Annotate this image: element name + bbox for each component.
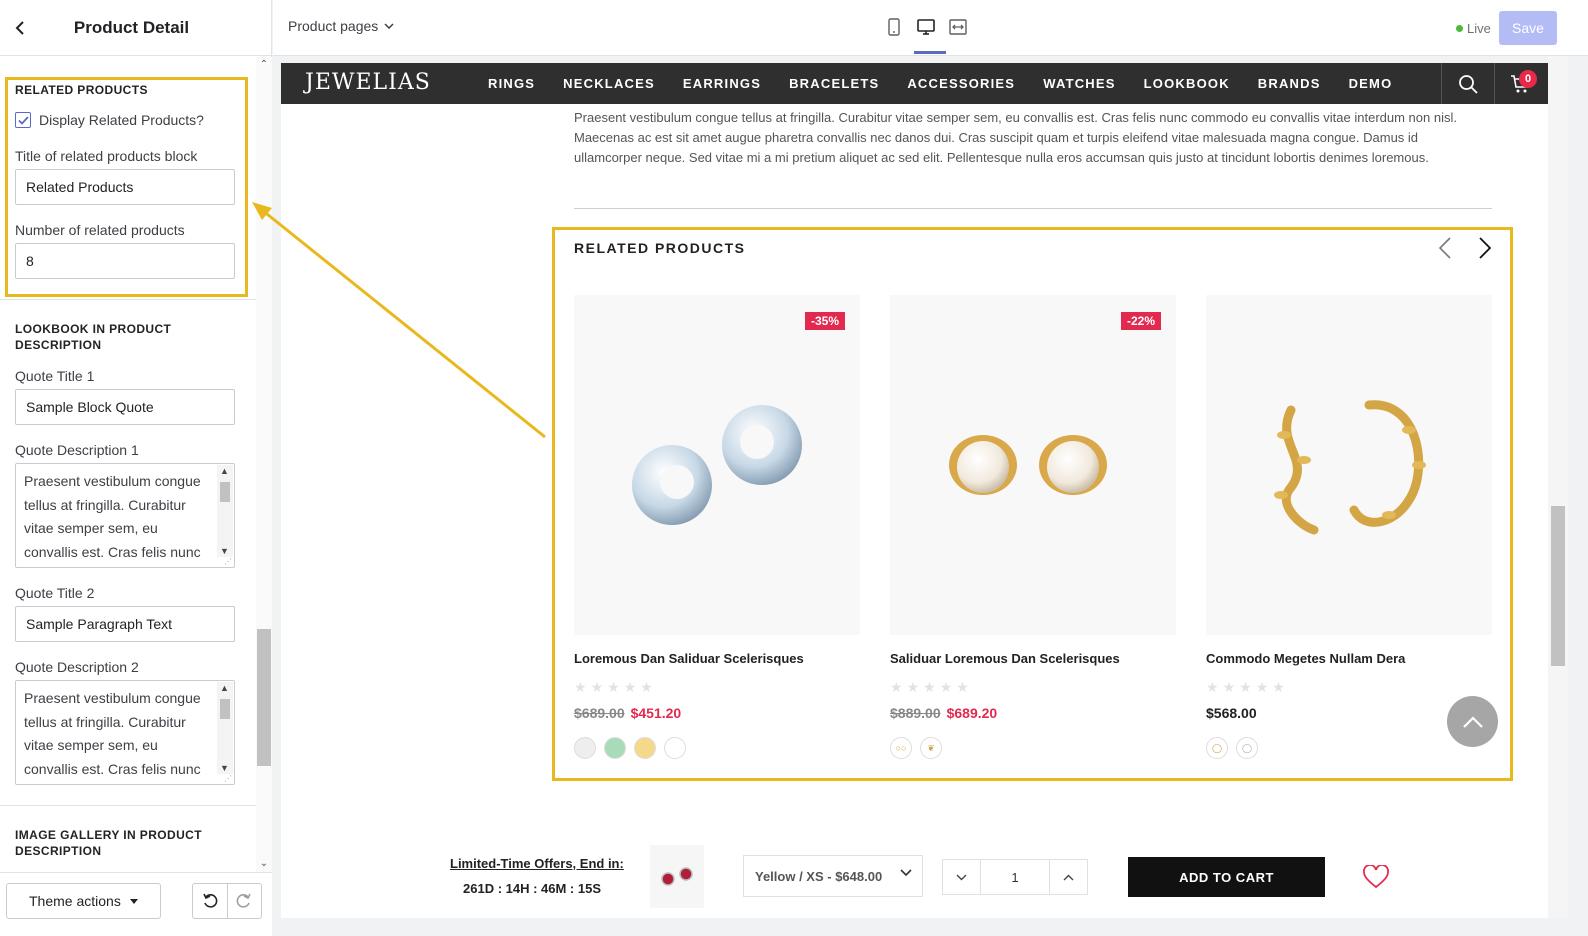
caret-down-icon — [130, 899, 138, 904]
search-icon[interactable] — [1441, 63, 1494, 104]
sidebar-scrollbar[interactable]: ⌃ ⌄ — [256, 57, 272, 872]
resize-grip-icon[interactable]: ⋰ — [224, 774, 232, 783]
quote-desc-1-label: Quote Description 1 — [15, 442, 139, 458]
cart-count-badge: 0 — [1519, 70, 1537, 88]
quantity-stepper: 1 — [942, 859, 1088, 895]
quote-title-2-label: Quote Title 2 — [15, 585, 95, 601]
scroll-up-icon[interactable]: ⌃ — [258, 59, 270, 71]
sidebar-footer: Theme actions — [0, 872, 272, 936]
chevron-down-icon — [384, 23, 394, 29]
textarea-scrollbar[interactable]: ▲ ▼ — [217, 465, 233, 557]
back-icon[interactable] — [6, 14, 34, 42]
nav-item-bracelets[interactable]: BRACELETS — [789, 76, 879, 91]
nav-item-necklaces[interactable]: NECKLACES — [563, 76, 655, 91]
variant-select[interactable]: Yellow / XS - $648.00 — [743, 855, 923, 897]
related-products-highlight — [552, 227, 1513, 781]
viewport-switcher — [885, 16, 967, 38]
nav-item-demo[interactable]: DEMO — [1349, 76, 1393, 91]
add-to-cart-button[interactable]: ADD TO CART — [1128, 857, 1325, 897]
preview-scroll-thumb[interactable] — [1551, 506, 1565, 666]
textarea-scrollbar[interactable]: ▲ ▼ — [217, 682, 233, 774]
product-description: Praesent vestibulum congue tellus at fri… — [574, 110, 1457, 165]
quantity-decrease-button[interactable] — [943, 860, 980, 894]
countdown-timer: 261D : 14H : 46M : 15S — [463, 881, 602, 896]
chevron-down-icon — [900, 869, 912, 877]
mobile-view-icon[interactable] — [885, 16, 903, 38]
theme-actions-label: Theme actions — [29, 893, 121, 909]
live-dot-icon — [1456, 25, 1463, 32]
save-button[interactable]: Save — [1499, 11, 1557, 45]
undo-icon — [203, 893, 218, 908]
sticky-add-to-cart-bar: Limited-Time Offers, End in: 261D : 14H … — [281, 833, 1548, 918]
sidebar-settings-panel: RELATED PRODUCTS Display Related Product… — [0, 57, 256, 872]
wishlist-heart-icon[interactable] — [1363, 864, 1389, 894]
section-divider — [0, 299, 256, 300]
lookbook-section-title: LOOKBOOK IN PRODUCT DESCRIPTION — [15, 322, 172, 352]
quantity-input[interactable]: 1 — [980, 860, 1050, 894]
nav-item-lookbook[interactable]: LOOKBOOK — [1144, 76, 1230, 91]
variant-label: Yellow / XS - $648.00 — [755, 868, 883, 884]
sidebar-header: Product Detail — [0, 0, 271, 56]
chevron-up-icon — [1063, 874, 1074, 880]
redo-button[interactable] — [226, 884, 262, 918]
store-main-menu: RINGS NECKLACES EARRINGS BRACELETS ACCES… — [488, 76, 1392, 91]
gallery-section-title: IMAGE GALLERY IN PRODUCT DESCRIPTION — [15, 828, 202, 858]
quote-title-1-input[interactable]: Sample Block Quote — [15, 389, 235, 425]
quote-desc-2-textarea[interactable]: Praesent vestibulum congue tellus at fri… — [15, 680, 235, 785]
store-logo[interactable]: JEWELIAS — [305, 70, 431, 95]
nav-item-brands[interactable]: BRANDS — [1258, 76, 1321, 91]
sidebar-title: Product Detail — [73, 17, 190, 37]
quote-title-1-label: Quote Title 1 — [15, 368, 95, 384]
section-divider — [0, 805, 256, 806]
quote-title-2-input[interactable]: Sample Paragraph Text — [15, 606, 235, 642]
theme-editor-sidebar: Product Detail RELATED PRODUCTS Display … — [0, 0, 272, 936]
undo-redo-group — [192, 883, 262, 919]
editor-topbar: Product pages Live Save — [273, 0, 1588, 56]
quote-desc-2-label: Quote Description 2 — [15, 659, 139, 675]
redo-icon — [236, 893, 251, 908]
scroll-down-icon[interactable]: ⌄ — [258, 858, 270, 870]
theme-actions-button[interactable]: Theme actions — [6, 883, 161, 919]
active-view-indicator — [914, 51, 946, 54]
scroll-thumb[interactable] — [257, 629, 271, 766]
nav-item-rings[interactable]: RINGS — [488, 76, 535, 91]
store-nav-bar: JEWELIAS RINGS NECKLACES EARRINGS BRACEL… — [281, 63, 1548, 104]
page-type-select[interactable]: Product pages — [288, 18, 394, 34]
undo-button[interactable] — [193, 884, 227, 918]
chevron-down-icon — [956, 874, 967, 880]
cart-icon[interactable]: 0 — [1494, 63, 1547, 104]
quantity-increase-button[interactable] — [1050, 860, 1087, 894]
product-thumbnail — [650, 845, 704, 908]
nav-item-earrings[interactable]: EARRINGS — [683, 76, 761, 91]
preview-scrollbar[interactable] — [1548, 56, 1568, 918]
fullscreen-view-icon[interactable] — [949, 16, 967, 38]
desktop-view-icon[interactable] — [917, 16, 935, 38]
storefront-preview: JEWELIAS RINGS NECKLACES EARRINGS BRACEL… — [281, 63, 1548, 918]
page-type-label: Product pages — [288, 18, 379, 34]
resize-grip-icon[interactable]: ⋰ — [224, 557, 232, 566]
nav-item-accessories[interactable]: ACCESSORIES — [907, 76, 1015, 91]
live-status: Live — [1456, 21, 1491, 36]
description-divider — [574, 208, 1492, 209]
quote-desc-1-text: Praesent vestibulum congue tellus at fri… — [24, 473, 201, 560]
nav-item-watches[interactable]: WATCHES — [1043, 76, 1115, 91]
quote-desc-1-textarea[interactable]: Praesent vestibulum congue tellus at fri… — [15, 463, 235, 568]
limited-offer-label: Limited-Time Offers, End in: — [450, 856, 624, 871]
related-settings-highlight — [5, 77, 248, 297]
store-nav-icons: 0 — [1441, 63, 1547, 104]
live-label: Live — [1467, 21, 1491, 36]
quote-desc-2-text: Praesent vestibulum congue tellus at fri… — [24, 690, 201, 777]
